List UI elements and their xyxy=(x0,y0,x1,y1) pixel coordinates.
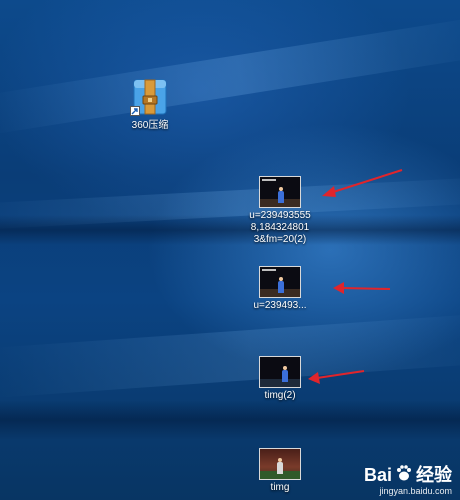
annotation-arrow xyxy=(308,370,365,384)
watermark-brand-text: Bai xyxy=(363,465,392,485)
annotation-arrow xyxy=(333,282,391,294)
wallpaper-shadow-band xyxy=(0,400,460,440)
desktop-icon-image-file[interactable]: timg xyxy=(244,448,316,494)
wallpaper-light-beam xyxy=(0,175,460,231)
image-thumbnail xyxy=(259,356,301,388)
desktop-icon-label: 360压缩 xyxy=(131,120,169,131)
archive-zip-icon xyxy=(128,76,172,118)
wallpaper-light-beam xyxy=(0,311,460,399)
desktop-icon-image-file[interactable]: timg(2) xyxy=(244,356,316,402)
image-thumbnail xyxy=(259,448,301,480)
annotation-arrow xyxy=(322,169,403,197)
baidu-paw-icon xyxy=(395,464,413,486)
desktop-icon-label: u=2394935558,1843248013&fm=20(2) xyxy=(249,210,311,245)
baidu-jingyan-watermark: Bai 经验 jingyan.baidu.com xyxy=(364,464,452,496)
desktop-icon-label: timg xyxy=(270,482,290,493)
desktop-icon-label: timg(2) xyxy=(264,390,296,401)
wallpaper-light-beam xyxy=(0,14,460,136)
desktop-icon-image-file[interactable]: u=239493... xyxy=(244,266,316,312)
annotation-arrows xyxy=(308,169,403,384)
watermark-brand-suffix: 经验 xyxy=(416,465,452,485)
watermark-site: jingyan.baidu.com xyxy=(379,486,452,496)
desktop-icon-360-compress[interactable]: 360压缩 xyxy=(114,76,186,132)
image-thumbnail xyxy=(259,266,301,298)
desktop-background[interactable]: 360压缩 u=2394935558,1843248013&fm=20(2) u… xyxy=(0,0,460,500)
shortcut-arrow-icon xyxy=(130,106,140,116)
wallpaper-shadow-band xyxy=(0,215,460,245)
desktop-icon-image-file[interactable]: u=2394935558,1843248013&fm=20(2) xyxy=(244,176,316,246)
desktop-icon-label: u=239493... xyxy=(253,300,307,311)
image-thumbnail xyxy=(259,176,301,208)
